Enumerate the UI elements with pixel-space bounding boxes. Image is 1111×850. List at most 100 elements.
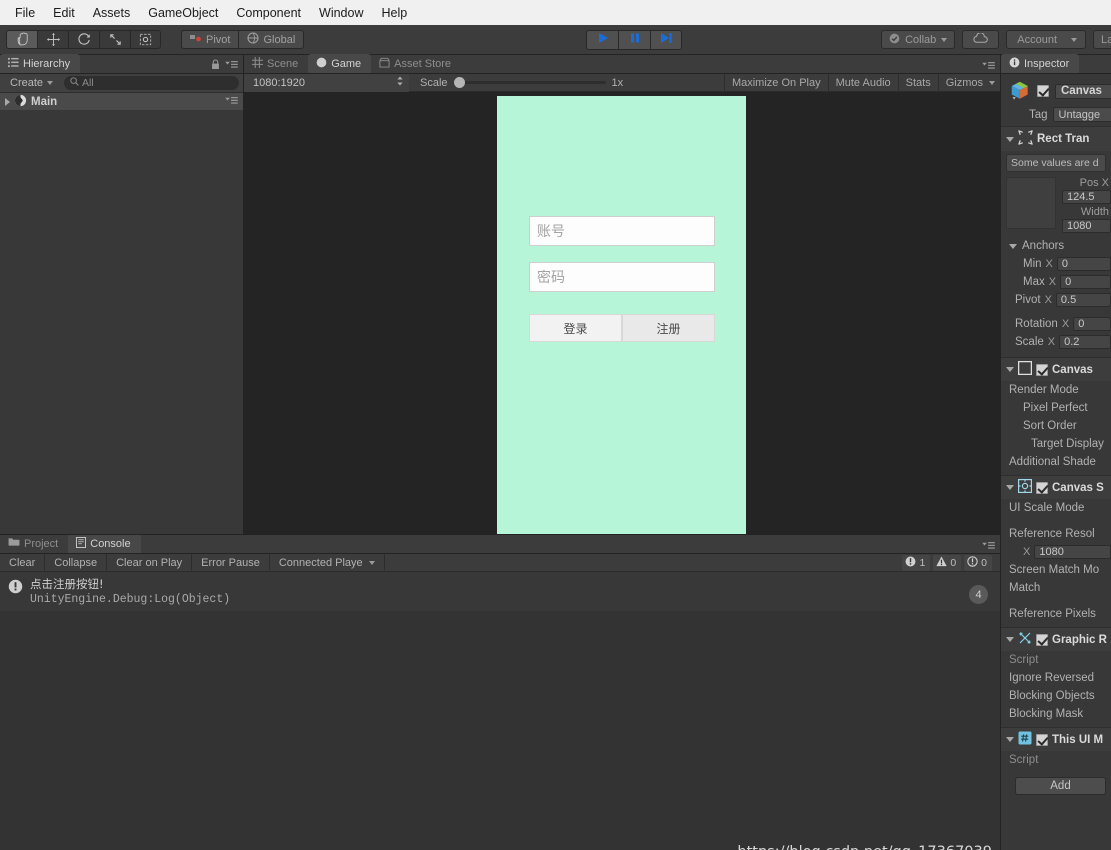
message-counter[interactable]: 1 bbox=[902, 554, 931, 571]
hierarchy-search-input[interactable]: All bbox=[64, 76, 239, 90]
move-tool-button[interactable] bbox=[37, 30, 68, 49]
clear-button[interactable]: Clear bbox=[0, 553, 46, 572]
anchor-preset-swatch[interactable] bbox=[1006, 177, 1056, 229]
account-input[interactable]: 账号 bbox=[529, 216, 715, 246]
maximize-on-play-toggle[interactable]: Maximize On Play bbox=[723, 73, 828, 92]
clear-on-play-toggle[interactable]: Clear on Play bbox=[107, 553, 193, 572]
collab-button[interactable]: Collab bbox=[881, 30, 956, 49]
ui-script-script-row[interactable]: Script bbox=[1001, 751, 1111, 769]
chevron-down-icon[interactable] bbox=[1006, 737, 1014, 742]
pivot-toggle-button[interactable]: Pivot bbox=[181, 30, 239, 49]
width-field[interactable]: 1080 bbox=[1062, 219, 1111, 233]
splitter-main-inspector[interactable] bbox=[1000, 55, 1001, 850]
pos-x-field[interactable]: 124.5 bbox=[1062, 190, 1111, 204]
object-name-field[interactable]: Canvas bbox=[1055, 83, 1111, 99]
scale-field[interactable]: 0.2 bbox=[1059, 335, 1111, 349]
ui-scale-mode-row[interactable]: UI Scale Mode bbox=[1001, 499, 1111, 517]
tab-inspector[interactable]: Inspector bbox=[1001, 54, 1080, 73]
cloud-button[interactable] bbox=[962, 30, 1000, 49]
anchor-min-field[interactable]: 0 bbox=[1056, 257, 1111, 271]
step-button[interactable] bbox=[650, 29, 682, 50]
play-button[interactable] bbox=[586, 29, 618, 50]
scale-slider[interactable] bbox=[453, 77, 606, 88]
menu-item-gameobject[interactable]: GameObject bbox=[139, 4, 227, 22]
ref-x-field[interactable]: 1080 bbox=[1034, 545, 1111, 559]
stats-toggle[interactable]: Stats bbox=[897, 73, 938, 92]
register-button[interactable]: 注册 bbox=[622, 314, 715, 342]
error-counter[interactable]: 0 bbox=[964, 554, 992, 571]
chevron-down-icon[interactable] bbox=[1006, 367, 1014, 372]
tab-console[interactable]: Console bbox=[68, 534, 141, 553]
menu-item-window[interactable]: Window bbox=[310, 4, 372, 22]
password-input[interactable]: 密码 bbox=[529, 262, 715, 292]
hand-tool-button[interactable] bbox=[6, 30, 37, 49]
rotation-field[interactable]: 0 bbox=[1073, 317, 1111, 331]
account-dropdown[interactable]: Account bbox=[1006, 30, 1086, 49]
pause-button[interactable] bbox=[618, 29, 650, 50]
login-button[interactable]: 登录 bbox=[529, 314, 622, 342]
add-component-button[interactable]: Add bbox=[1015, 777, 1106, 795]
menu-item-edit[interactable]: Edit bbox=[44, 4, 84, 22]
gizmos-dropdown[interactable]: Gizmos bbox=[937, 73, 1000, 92]
resolution-dropdown[interactable]: 1080:1920 bbox=[244, 73, 409, 92]
tag-dropdown[interactable]: Untagge bbox=[1052, 107, 1111, 122]
warning-counter[interactable]: 0 bbox=[933, 554, 962, 571]
ignore-reversed-row[interactable]: Ignore Reversed bbox=[1001, 669, 1111, 687]
chevron-down-icon[interactable] bbox=[1006, 485, 1014, 490]
hierarchy-row-menu-icon[interactable] bbox=[225, 96, 238, 108]
component-header-graphic-raycaster[interactable]: Graphic R bbox=[1001, 627, 1111, 651]
target-display-row[interactable]: Target Display bbox=[1001, 435, 1111, 453]
error-pause-toggle[interactable]: Error Pause bbox=[192, 553, 270, 572]
pivot-field[interactable]: 0.5 bbox=[1055, 293, 1111, 307]
chevron-down-icon[interactable] bbox=[1006, 637, 1014, 642]
lock-icon[interactable] bbox=[211, 59, 220, 73]
graphic-raycaster-enabled-checkbox[interactable] bbox=[1036, 633, 1048, 646]
canvas-enabled-checkbox[interactable] bbox=[1036, 363, 1048, 376]
pixel-perfect-row[interactable]: Pixel Perfect bbox=[1001, 399, 1111, 417]
console-menu-icon[interactable] bbox=[982, 541, 995, 553]
create-button[interactable]: Create bbox=[4, 76, 59, 90]
rect-tool-button[interactable] bbox=[130, 30, 161, 49]
component-header-canvas-scaler[interactable]: Canvas S bbox=[1001, 475, 1111, 499]
mute-audio-toggle[interactable]: Mute Audio bbox=[827, 73, 898, 92]
raycaster-script-row[interactable]: Script bbox=[1001, 651, 1111, 669]
scale-tool-button[interactable] bbox=[99, 30, 130, 49]
chevron-right-icon[interactable] bbox=[5, 97, 10, 106]
connected-player-dropdown[interactable]: Connected Playe bbox=[270, 553, 385, 572]
gameview-menu-icon[interactable] bbox=[982, 61, 995, 73]
game-render-area[interactable]: 账号 密码 登录 注册 bbox=[244, 92, 1000, 552]
menu-item-assets[interactable]: Assets bbox=[84, 4, 140, 22]
component-header-ui-script[interactable]: This UI M bbox=[1001, 727, 1111, 751]
canvas-scaler-enabled-checkbox[interactable] bbox=[1036, 481, 1048, 494]
blocking-objects-row[interactable]: Blocking Objects bbox=[1001, 687, 1111, 705]
menu-item-component[interactable]: Component bbox=[227, 4, 310, 22]
anchor-max-field[interactable]: 0 bbox=[1060, 275, 1111, 289]
anchors-foldout[interactable]: Anchors bbox=[1001, 237, 1111, 255]
global-toggle-button[interactable]: Global bbox=[238, 30, 305, 49]
chevron-down-icon[interactable] bbox=[1006, 136, 1014, 142]
tab-hierarchy[interactable]: Hierarchy bbox=[0, 54, 81, 73]
component-header-rect-transform[interactable]: Rect Tran bbox=[1001, 126, 1111, 151]
tab-scene[interactable]: Scene bbox=[244, 54, 308, 73]
menu-item-file[interactable]: File bbox=[6, 4, 44, 22]
additional-shader-row[interactable]: Additional Shade bbox=[1001, 453, 1111, 471]
splitter-hierarchy-game[interactable] bbox=[243, 55, 244, 534]
screen-match-mode-row[interactable]: Screen Match Mo bbox=[1001, 561, 1111, 579]
tab-project[interactable]: Project bbox=[0, 534, 68, 553]
scale-slider-handle[interactable] bbox=[453, 77, 465, 88]
render-mode-row[interactable]: Render Mode bbox=[1001, 381, 1111, 399]
tab-asset-store[interactable]: Asset Store bbox=[371, 54, 461, 73]
component-header-canvas[interactable]: Canvas bbox=[1001, 357, 1111, 381]
hierarchy-item-main[interactable]: Main bbox=[0, 93, 243, 110]
menu-item-help[interactable]: Help bbox=[372, 4, 416, 22]
hierarchy-menu-icon[interactable] bbox=[225, 60, 238, 72]
splitter-top-bottom[interactable] bbox=[0, 534, 1000, 535]
rotate-tool-button[interactable] bbox=[68, 30, 99, 49]
object-active-checkbox[interactable] bbox=[1037, 85, 1049, 97]
ui-script-enabled-checkbox[interactable] bbox=[1036, 733, 1048, 746]
match-row[interactable]: Match bbox=[1001, 579, 1111, 597]
reference-pixels-row[interactable]: Reference Pixels bbox=[1001, 605, 1111, 623]
collapse-toggle[interactable]: Collapse bbox=[45, 553, 108, 572]
tab-game[interactable]: Game bbox=[308, 54, 372, 73]
sort-order-row[interactable]: Sort Order bbox=[1001, 417, 1111, 435]
